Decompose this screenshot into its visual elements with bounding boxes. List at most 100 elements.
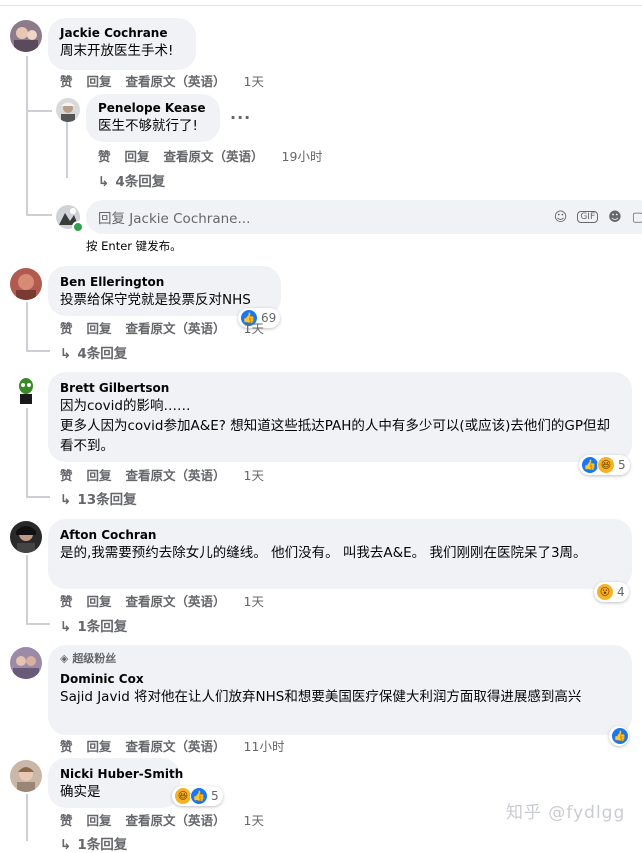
reactions-summary[interactable]: 👍 (609, 726, 629, 746)
timestamp[interactable]: 1天 (244, 468, 264, 483)
avatar[interactable] (56, 98, 80, 122)
reply-arrow-icon: ↳ (60, 346, 72, 362)
thread-line (66, 122, 68, 178)
reactions-summary[interactable]: 😆 👍 5 (172, 786, 223, 806)
badge-label: 超级粉丝 (72, 652, 117, 665)
reply-button[interactable]: 回复 (87, 813, 112, 828)
timestamp[interactable]: 11小时 (244, 739, 285, 754)
reply-input[interactable]: 回复 Jackie Cochrane... ☺ GIF ☻ ▢ (86, 200, 642, 234)
timestamp[interactable]: 1天 (244, 813, 264, 828)
view-replies-link[interactable]: ↳ 13条回复 (60, 488, 137, 508)
reply-button[interactable]: 回复 (87, 739, 112, 754)
gif-icon[interactable]: GIF (577, 211, 599, 223)
thread-line (26, 408, 28, 498)
reaction-count: 4 (617, 585, 625, 599)
wow-reaction-icon: 😮 (596, 583, 614, 601)
view-replies-link[interactable]: ↳ 4条回复 (98, 170, 165, 190)
watermark: 知乎 @fydlgg (506, 803, 626, 823)
comment-text: Sajid Javid 将对他在让人们放弃NHS和想要美国医疗保健大利润方面取得… (60, 689, 582, 705)
comment-text-line2: 更多人因为covid参加A&E? 想知道这些抵达PAH的人中有多少可以(或应该)… (60, 418, 611, 454)
like-button[interactable]: 赞 (60, 813, 73, 828)
comment-text: 确实是 (60, 784, 101, 800)
comment-actions: 赞回复 查看原文（英语） 1天 (60, 318, 278, 337)
comment-bubble: Brett Gilbertson 因为covid的影响…… 更多人因为covid… (48, 372, 632, 462)
thread-line (26, 350, 50, 352)
author-name[interactable]: Ben Ellerington (60, 274, 269, 290)
avatar[interactable] (10, 268, 42, 300)
reply-button[interactable]: 回复 (125, 149, 150, 164)
comment-text: 投票给保守党就是投票反对NHS (60, 292, 251, 308)
avatar[interactable] (10, 521, 42, 553)
like-button[interactable]: 赞 (60, 594, 73, 609)
attach-icon[interactable]: ▢ (632, 210, 642, 225)
avatar[interactable] (10, 20, 42, 52)
thread-line (26, 623, 50, 625)
like-button[interactable]: 赞 (98, 149, 111, 164)
reply-button[interactable]: 回复 (87, 468, 112, 483)
reaction-count: 5 (211, 789, 219, 803)
see-original-button[interactable]: 查看原文（英语） (126, 594, 226, 609)
comment-actions: 赞回复 查看原文（英语） 1天 (60, 810, 278, 829)
replies-count: 4条回复 (77, 346, 128, 362)
avatar[interactable] (10, 760, 42, 792)
thread-line (26, 302, 28, 352)
reply-button[interactable]: 回复 (87, 321, 112, 336)
thread-line (26, 110, 52, 112)
comment-actions: 赞回复 查看原文（英语） 1天 (60, 71, 278, 90)
author-name[interactable]: Dominic Cox (60, 671, 620, 687)
replies-count: 4条回复 (115, 174, 166, 190)
see-original-button[interactable]: 查看原文（英语） (164, 149, 264, 164)
avatar[interactable] (10, 374, 42, 406)
comment-actions: 赞回复 查看原文（英语） 1天 (60, 465, 278, 484)
view-replies-link[interactable]: ↳ 1条回复 (60, 833, 127, 853)
reply-arrow-icon: ↳ (60, 837, 72, 853)
author-name[interactable]: Nicki Huber-Smith (60, 766, 183, 782)
emoji-icon[interactable]: ☺ (554, 210, 568, 225)
thread-line (26, 794, 28, 841)
see-original-button[interactable]: 查看原文（英语） (126, 321, 226, 336)
sticker-icon[interactable]: ☻ (608, 210, 622, 225)
reply-actions: 赞回复 查看原文（英语） 19小时 (98, 146, 336, 165)
thread-line (26, 214, 52, 216)
see-original-button[interactable]: 查看原文（英语） (126, 739, 226, 754)
comment-text: 周末开放医生手术! (60, 43, 174, 59)
reply-button[interactable]: 回复 (87, 74, 112, 89)
replies-count: 1条回复 (77, 837, 128, 853)
comment-bubble: ◈ 超级粉丝 Dominic Cox Sajid Javid 将对他在让人们放弃… (48, 645, 632, 735)
reactions-summary[interactable]: 😮 4 (594, 582, 629, 602)
avatar[interactable] (10, 647, 42, 679)
enter-hint: 按 Enter 键发布。 (86, 239, 182, 253)
thread-line (26, 555, 28, 625)
see-original-button[interactable]: 查看原文（英语） (126, 468, 226, 483)
thread-line (26, 496, 50, 498)
view-replies-link[interactable]: ↳ 1条回复 (60, 615, 127, 635)
see-original-button[interactable]: 查看原文（英语） (126, 74, 226, 89)
more-options-icon[interactable]: ··· (230, 108, 251, 127)
like-button[interactable]: 赞 (60, 74, 73, 89)
reaction-count: 5 (618, 458, 626, 472)
reply-arrow-icon: ↳ (98, 174, 110, 190)
comment-text: 是的,我需要预约去除女儿的缝线。 他们没有。 叫我去A&E。 我们刚刚在医院呆了… (60, 545, 587, 561)
author-name[interactable]: Jackie Cochrane (60, 25, 184, 41)
reply-arrow-icon: ↳ (60, 492, 72, 508)
timestamp[interactable]: 1天 (244, 321, 264, 336)
reply-button[interactable]: 回复 (87, 594, 112, 609)
author-name[interactable]: Afton Cochran (60, 527, 620, 543)
like-reaction-icon: 👍 (611, 727, 629, 745)
like-button[interactable]: 赞 (60, 739, 73, 754)
see-original-button[interactable]: 查看原文（英语） (126, 813, 226, 828)
comment-bubble: Nicki Huber-Smith 确实是 (48, 758, 183, 808)
view-replies-link[interactable]: ↳ 4条回复 (60, 342, 127, 362)
comment-bubble: Jackie Cochrane 周末开放医生手术! (48, 18, 196, 70)
timestamp[interactable]: 1天 (244, 594, 264, 609)
timestamp[interactable]: 19小时 (282, 149, 323, 164)
timestamp[interactable]: 1天 (244, 74, 264, 89)
author-name[interactable]: Brett Gilbertson (60, 380, 620, 396)
reply-arrow-icon: ↳ (60, 619, 72, 635)
like-button[interactable]: 赞 (60, 321, 73, 336)
like-button[interactable]: 赞 (60, 468, 73, 483)
reply-placeholder: 回复 Jackie Cochrane... (98, 211, 251, 227)
reactions-summary[interactable]: 👍 😆 5 (579, 455, 630, 475)
author-name[interactable]: Penelope Kease (98, 100, 208, 116)
thread-line (26, 56, 28, 216)
